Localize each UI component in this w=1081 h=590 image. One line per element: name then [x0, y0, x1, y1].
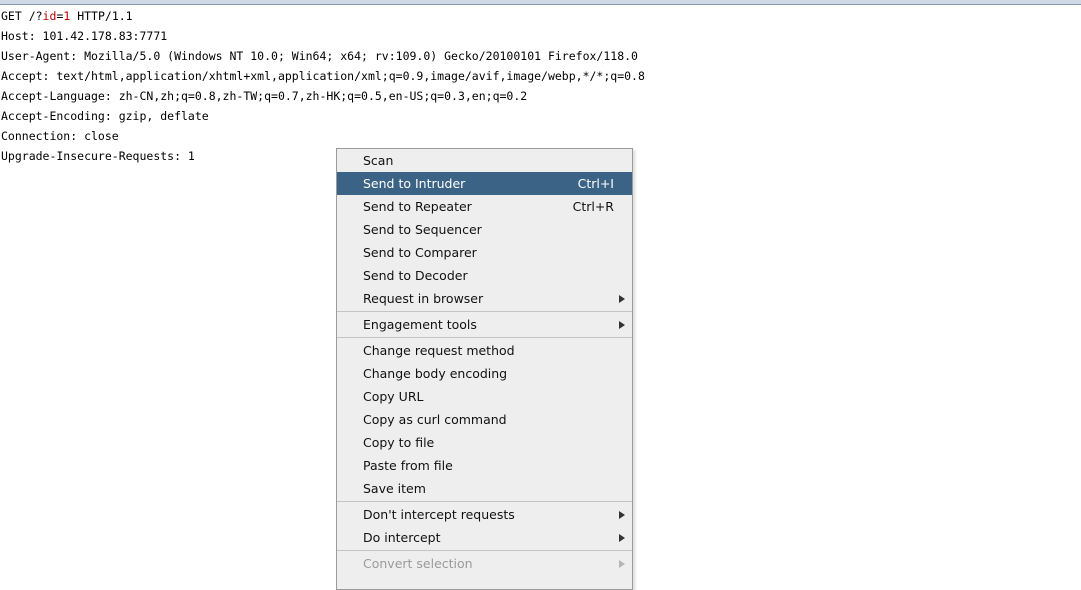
menu-item-scan[interactable]: Scan — [337, 149, 632, 172]
submenu-arrow-icon — [619, 295, 625, 303]
menu-item-label: Send to Sequencer — [363, 222, 482, 237]
submenu-arrow-icon — [619, 534, 625, 542]
menu-item-label: Change request method — [363, 343, 515, 358]
menu-item-label: Do intercept — [363, 530, 441, 545]
menu-separator — [337, 501, 632, 502]
menu-item-save-item[interactable]: Save item — [337, 477, 632, 500]
menu-item-label: Copy as curl command — [363, 412, 507, 427]
menu-item-label: Copy to file — [363, 435, 435, 450]
menu-separator — [337, 550, 632, 551]
shortcut-label: Ctrl+R — [572, 199, 614, 214]
menu-item-do-intercept[interactable]: Do intercept — [337, 526, 632, 549]
menu-item-copy-to-file[interactable]: Copy to file — [337, 431, 632, 454]
menu-item-change-request-method[interactable]: Change request method — [337, 339, 632, 362]
submenu-arrow-icon — [619, 560, 625, 568]
menu-item-convert-selection[interactable]: Convert selection — [337, 552, 632, 575]
menu-item-label: Change body encoding — [363, 366, 508, 381]
menu-item-send-to-repeater[interactable]: Send to Repeater Ctrl+R — [337, 195, 632, 218]
menu-item-send-to-decoder[interactable]: Send to Decoder — [337, 264, 632, 287]
menu-item-label: Convert selection — [363, 556, 473, 571]
menu-item-label: Don't intercept requests — [363, 507, 515, 522]
user-agent-header: User-Agent: Mozilla/5.0 (Windows NT 10.0… — [1, 49, 638, 63]
menu-item-label: Request in browser — [363, 291, 484, 306]
host-header: Host: 101.42.178.83:7771 — [1, 29, 168, 43]
menu-item-label: Send to Comparer — [363, 245, 477, 260]
accept-language-header: Accept-Language: zh-CN,zh;q=0.8,zh-TW;q=… — [1, 89, 528, 103]
menu-item-label: Send to Repeater — [363, 199, 472, 214]
http-version: HTTP/1.1 — [70, 9, 133, 23]
menu-separator — [337, 311, 632, 312]
request-line: GET /?id=1 HTTP/1.1 — [0, 6, 1081, 26]
menu-item-send-to-intruder[interactable]: Send to Intruder Ctrl+I — [337, 172, 632, 195]
menu-item-copy-url[interactable]: Copy URL — [337, 385, 632, 408]
menu-item-change-body-encoding[interactable]: Change body encoding — [337, 362, 632, 385]
menu-item-send-to-sequencer[interactable]: Send to Sequencer — [337, 218, 632, 241]
connection-header: Connection: close — [1, 129, 119, 143]
menu-item-label: Paste from file — [363, 458, 453, 473]
menu-item-label: Copy URL — [363, 389, 424, 404]
menu-item-label: Send to Intruder — [363, 176, 466, 191]
shortcut-label: Ctrl+I — [577, 176, 614, 191]
menu-item-copy-as-curl[interactable]: Copy as curl command — [337, 408, 632, 431]
accept-header: Accept: text/html,application/xhtml+xml,… — [1, 69, 645, 83]
menu-separator — [337, 337, 632, 338]
menu-item-dont-intercept[interactable]: Don't intercept requests — [337, 503, 632, 526]
top-border — [0, 0, 1081, 5]
menu-item-paste-from-file[interactable]: Paste from file — [337, 454, 632, 477]
accept-encoding-header: Accept-Encoding: gzip, deflate — [1, 109, 209, 123]
menu-item-label: Scan — [363, 153, 394, 168]
menu-item-send-to-comparer[interactable]: Send to Comparer — [337, 241, 632, 264]
context-menu: Scan Send to Intruder Ctrl+I Send to Repe… — [336, 148, 633, 590]
menu-item-label: Save item — [363, 481, 426, 496]
submenu-arrow-icon — [619, 321, 625, 329]
menu-item-label: Engagement tools — [363, 317, 477, 332]
menu-item-request-in-browser[interactable]: Request in browser — [337, 287, 632, 310]
submenu-arrow-icon — [619, 511, 625, 519]
menu-item-label: Send to Decoder — [363, 268, 468, 283]
param-name: id — [42, 9, 57, 23]
request-method-path: GET /? — [1, 9, 43, 23]
menu-item-engagement-tools[interactable]: Engagement tools — [337, 313, 632, 336]
